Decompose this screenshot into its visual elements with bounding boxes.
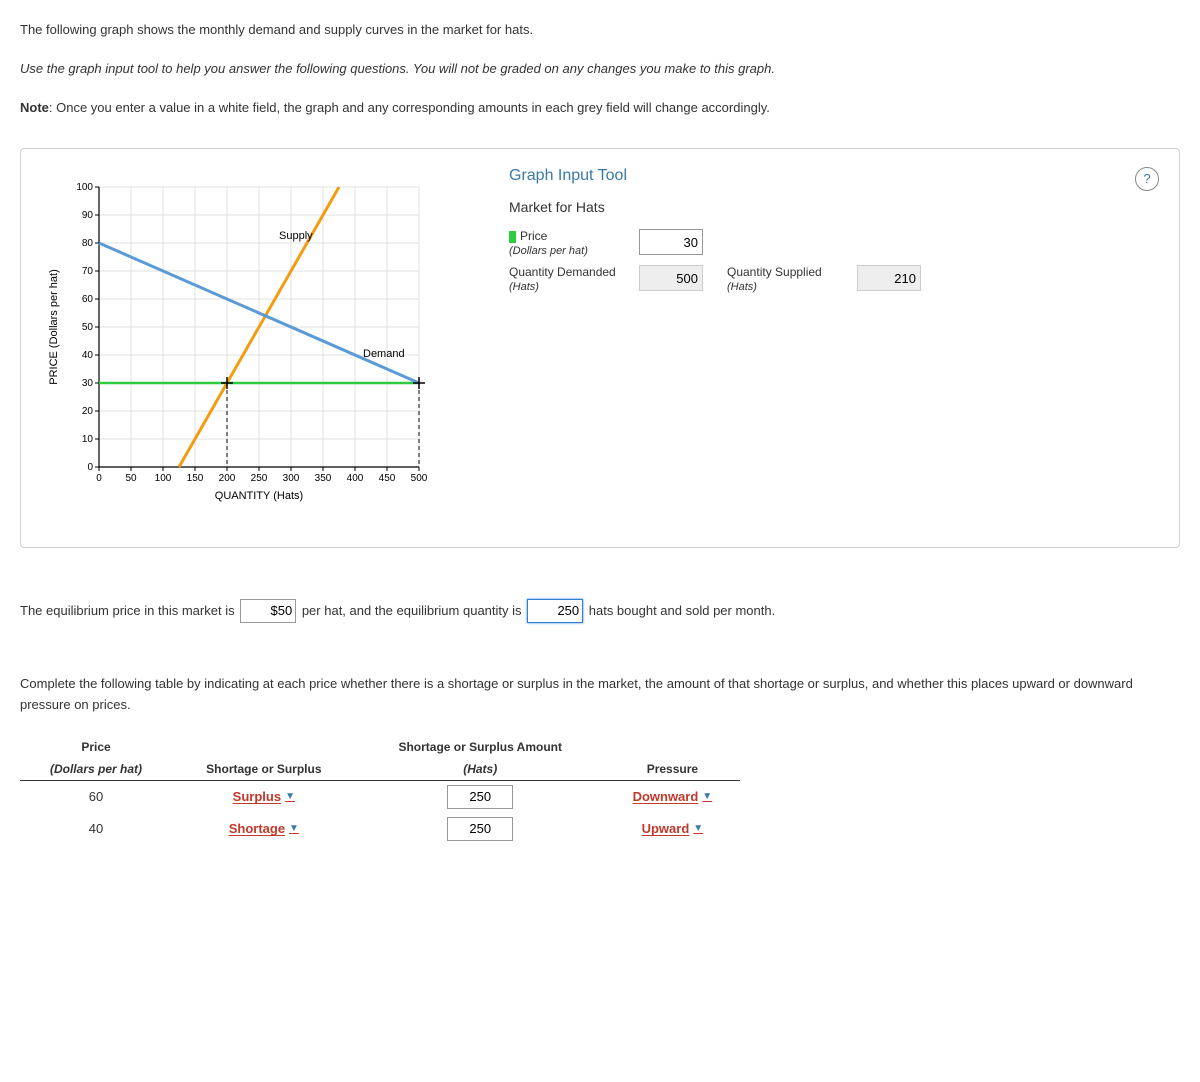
pressure-dropdown[interactable]: Upward▼	[642, 821, 704, 836]
svg-text:300: 300	[283, 473, 300, 484]
equilibrium-sentence: The equilibrium price in this market is …	[20, 598, 1180, 624]
supply-label: Supply	[279, 230, 313, 242]
qd-output	[639, 265, 703, 291]
chart-area: 0 10 20 30 40 50 60 70 80 90 100 0 50 100 150 200 2…	[39, 167, 479, 507]
tool-title: Graph Input Tool	[509, 167, 1159, 185]
svg-text:50: 50	[125, 473, 137, 484]
svg-text:400: 400	[347, 473, 364, 484]
th-price-unit: (Dollars per hat)	[20, 758, 172, 781]
note-text: : Once you enter a value in a white fiel…	[49, 100, 770, 115]
th-price: Price	[20, 736, 172, 758]
chevron-down-icon: ▼	[693, 823, 703, 834]
svg-text:10: 10	[82, 434, 94, 445]
qs-output	[857, 265, 921, 291]
eq-qty-input[interactable]	[527, 599, 583, 623]
demand-label: Demand	[363, 348, 405, 360]
svg-text:60: 60	[82, 294, 94, 305]
price-label: Price (Dollars per hat)	[509, 229, 639, 257]
svg-text:100: 100	[155, 473, 172, 484]
svg-text:70: 70	[82, 266, 94, 277]
price-input[interactable]	[639, 229, 703, 255]
svg-text:450: 450	[379, 473, 396, 484]
row-price: 60	[20, 780, 172, 813]
shortage-surplus-table: Price Shortage or Surplus Amount (Dollar…	[20, 736, 740, 845]
th-amount: Shortage or Surplus Amount	[356, 736, 605, 758]
svg-text:80: 80	[82, 238, 94, 249]
svg-text:500: 500	[411, 473, 428, 484]
svg-text:0: 0	[87, 462, 93, 473]
svg-text:40: 40	[82, 350, 94, 361]
graph-panel: 0 10 20 30 40 50 60 70 80 90 100 0 50 100 150 200 2…	[20, 148, 1180, 548]
graph-input-tool: ? Graph Input Tool Market for Hats Price…	[509, 167, 1159, 507]
table-row: 40 Shortage▼ Upward▼	[20, 813, 740, 845]
svg-text:100: 100	[76, 182, 93, 193]
intro-p1: The following graph shows the monthly de…	[20, 20, 1180, 41]
svg-text:0: 0	[96, 473, 102, 484]
svg-text:250: 250	[251, 473, 268, 484]
pressure-dropdown[interactable]: Downward▼	[633, 789, 713, 804]
table-instructions: Complete the following table by indicati…	[20, 674, 1180, 716]
svg-text:200: 200	[219, 473, 236, 484]
row-price: 40	[20, 813, 172, 845]
x-axis-label: QUANTITY (Hats)	[215, 490, 303, 502]
intro-p2: Use the graph input tool to help you ans…	[20, 61, 775, 76]
th-ss: Shortage or Surplus	[172, 758, 356, 781]
chevron-down-icon: ▼	[289, 823, 299, 834]
table-row: 60 Surplus▼ Downward▼	[20, 780, 740, 813]
svg-text:50: 50	[82, 322, 94, 333]
amount-input[interactable]	[447, 785, 513, 809]
help-icon[interactable]: ?	[1135, 167, 1159, 191]
svg-text:150: 150	[187, 473, 204, 484]
svg-text:30: 30	[82, 378, 94, 389]
y-axis-label: PRICE (Dollars per hat)	[48, 270, 60, 386]
th-amount-unit: (Hats)	[356, 758, 605, 781]
svg-text:350: 350	[315, 473, 332, 484]
eq-price-input[interactable]	[240, 599, 296, 623]
supply-demand-chart[interactable]: 0 10 20 30 40 50 60 70 80 90 100 0 50 100 150 200 2…	[39, 167, 459, 507]
note-label: Note	[20, 100, 49, 115]
amount-input[interactable]	[447, 817, 513, 841]
intro-text: The following graph shows the monthly de…	[20, 20, 1180, 118]
ss-dropdown[interactable]: Shortage▼	[229, 821, 299, 836]
chevron-down-icon: ▼	[285, 791, 295, 802]
tool-subtitle: Market for Hats	[509, 199, 1159, 215]
th-pressure: Pressure	[605, 758, 740, 781]
svg-text:90: 90	[82, 210, 94, 221]
ss-dropdown[interactable]: Surplus▼	[233, 789, 295, 804]
qd-label: Quantity Demanded (Hats)	[509, 265, 639, 293]
svg-text:20: 20	[82, 406, 94, 417]
chevron-down-icon: ▼	[702, 791, 712, 802]
price-marker-icon	[509, 231, 516, 243]
qs-label: Quantity Supplied (Hats)	[727, 265, 857, 293]
